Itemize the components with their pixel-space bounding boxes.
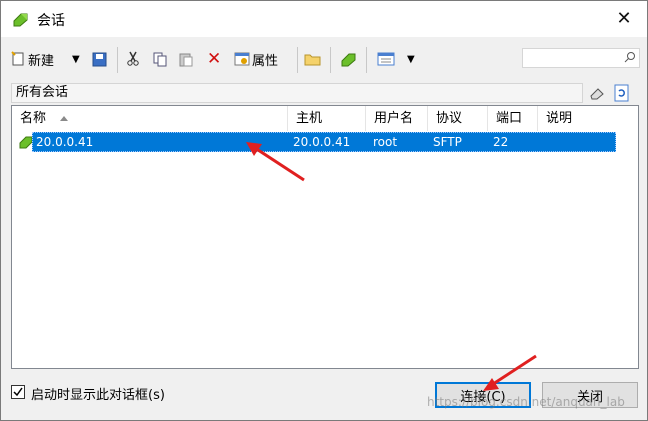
group-label: 所有会话 <box>11 83 583 103</box>
close-icon: ✕ <box>616 7 632 29</box>
column-protocol[interactable]: 协议 <box>428 106 488 131</box>
title-bar: 会话 ✕ <box>1 1 647 37</box>
session-link-button[interactable] <box>339 48 357 70</box>
properties-label: 属性 <box>252 53 279 69</box>
new-session-button[interactable]: 新建 <box>10 48 54 70</box>
search-input[interactable] <box>522 48 640 68</box>
dropdown-arrow-icon: ▼ <box>407 53 415 65</box>
save-session-button[interactable] <box>91 48 109 70</box>
sessions-dialog: 会话 ✕ 新建 ▼ ✕ 属性 ▼ 所有会话 名称 主机 用户名 协议 端口 说明… <box>0 0 648 421</box>
new-icon <box>11 51 24 66</box>
collapse-button[interactable] <box>588 84 608 104</box>
toolbar-separator <box>117 47 118 73</box>
column-port[interactable]: 端口 <box>488 106 538 131</box>
new-dropdown-button[interactable]: ▼ <box>72 48 80 70</box>
new-folder-button[interactable] <box>304 48 322 70</box>
new-label: 新建 <box>28 53 55 69</box>
folder-icon <box>304 54 321 66</box>
properties-icon <box>234 52 250 66</box>
search-icon <box>624 52 635 63</box>
cell-name: 20.0.0.41 <box>36 135 94 149</box>
cell-user: root <box>373 135 398 149</box>
toolbar-separator <box>330 47 331 73</box>
startup-checkbox[interactable] <box>11 385 25 399</box>
delete-button[interactable]: ✕ <box>207 48 221 70</box>
scissors-icon <box>127 51 139 66</box>
copy-icon <box>153 52 167 67</box>
view-dropdown-button[interactable]: ▼ <box>407 48 415 70</box>
column-user[interactable]: 用户名 <box>366 106 428 131</box>
table-row[interactable]: 20.0.0.41 20.0.0.41 root SFTP 22 <box>32 132 616 152</box>
save-icon <box>92 52 107 67</box>
column-name[interactable]: 名称 <box>12 106 288 131</box>
list-view-icon <box>377 52 395 66</box>
app-icon <box>13 13 28 27</box>
startup-checkbox-label: 启动时显示此对话框(s) <box>31 388 165 403</box>
toolbar-separator <box>366 47 367 73</box>
column-description[interactable]: 说明 <box>538 106 638 131</box>
refresh-icon <box>614 84 629 102</box>
cell-host: 20.0.0.41 <box>293 135 351 149</box>
cell-port: 22 <box>493 135 509 149</box>
toolbar: 新建 ▼ ✕ 属性 ▼ <box>2 41 646 77</box>
sort-ascending-icon <box>60 116 68 121</box>
session-list[interactable]: 名称 主机 用户名 协议 端口 说明 20.0.0.41 20.0.0.41 r… <box>11 105 639 369</box>
column-host[interactable]: 主机 <box>288 106 366 131</box>
window-title: 会话 <box>37 13 65 29</box>
checkmark-icon <box>13 387 23 397</box>
paste-button[interactable] <box>178 48 194 70</box>
copy-button[interactable] <box>152 48 168 70</box>
delete-icon: ✕ <box>207 49 222 69</box>
refresh-button[interactable] <box>613 84 633 104</box>
cut-button[interactable] <box>126 48 140 70</box>
cell-protocol: SFTP <box>433 135 462 149</box>
watermark: https://blog.csdn.net/anquan_lab <box>427 395 625 409</box>
dropdown-arrow-icon: ▼ <box>72 53 80 65</box>
toolbar-separator <box>297 47 298 73</box>
close-window-button[interactable]: ✕ <box>601 1 647 35</box>
eraser-icon <box>590 88 604 100</box>
view-button[interactable] <box>377 48 395 70</box>
paste-icon <box>179 53 193 67</box>
session-icon <box>341 53 356 67</box>
properties-button[interactable]: 属性 <box>234 48 278 70</box>
